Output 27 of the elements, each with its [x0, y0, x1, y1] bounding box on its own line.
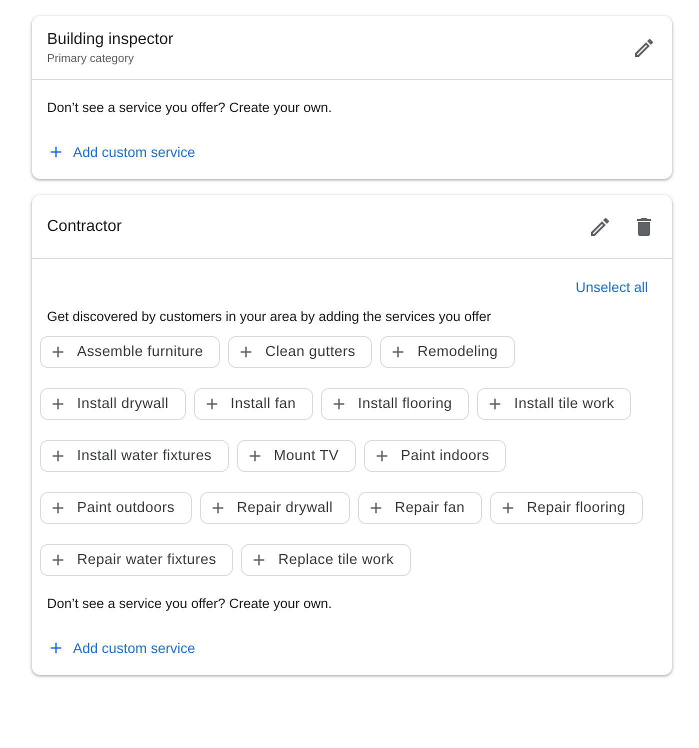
edit-icon[interactable] [588, 215, 612, 239]
service-chip[interactable]: Install flooring [320, 388, 470, 420]
category-title: Building inspector [47, 31, 174, 49]
category-title: Contractor [47, 218, 123, 236]
edit-icon[interactable] [632, 36, 656, 60]
service-chip[interactable]: Install water fixtures [40, 440, 229, 472]
service-chip[interactable]: Remodeling [380, 336, 515, 368]
service-chip[interactable]: Clean gutters [228, 336, 372, 368]
service-chip[interactable]: Paint outdoors [40, 492, 192, 524]
service-chip[interactable]: Install tile work [477, 388, 632, 420]
service-chip[interactable]: Repair water fixtures [40, 544, 234, 576]
service-chip[interactable]: Repair drywall [200, 492, 350, 524]
custom-service-hint: Don’t see a service you offer? Create your own. [47, 596, 333, 611]
service-chip[interactable]: Install drywall [40, 388, 186, 420]
services-intro: Get discovered by customers in your area by adding the services you offer [47, 309, 492, 324]
add-custom-service-button[interactable]: Add custom service [47, 639, 196, 657]
service-chip[interactable]: Install fan [194, 388, 313, 420]
service-chip[interactable]: Assemble furniture [40, 336, 220, 368]
service-chip[interactable]: Repair flooring [490, 492, 643, 524]
add-custom-service-button[interactable]: Add custom service [47, 143, 196, 161]
unselect-all-link[interactable]: Unselect all [576, 279, 648, 295]
service-chip[interactable]: Mount TV [236, 440, 356, 472]
category-subtitle: Primary category [47, 53, 135, 65]
service-chip[interactable]: Replace tile work [241, 544, 411, 576]
service-chip[interactable]: Repair fan [358, 492, 482, 524]
service-chip[interactable]: Paint indoors [364, 440, 506, 472]
custom-service-hint: Don’t see a service you offer? Create your own. [47, 100, 333, 115]
